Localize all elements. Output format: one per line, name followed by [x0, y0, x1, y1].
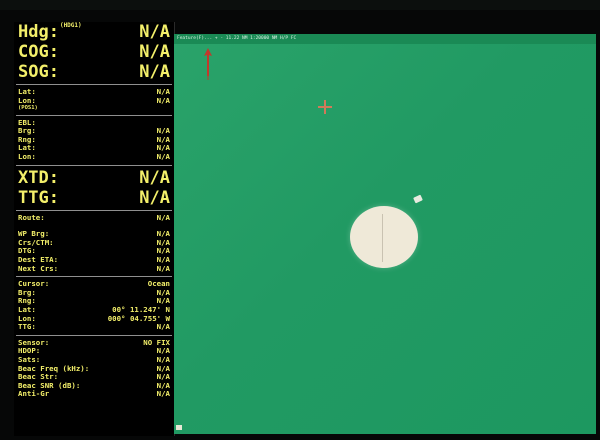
cog-label: COG: [18, 42, 59, 62]
chart-view[interactable]: Feature(F)... + - 11.22 NM 1:20000 NM H/… [174, 34, 596, 434]
ttg-value: N/A [139, 187, 170, 208]
ttg-row: TTG: N/A [14, 188, 174, 208]
anti-gr-value: N/A [156, 389, 170, 399]
route-label: Route: [18, 212, 45, 222]
position-section: Lat: N/A Lon: N/A (POS1) [14, 87, 174, 113]
next-crs-label: Next Crs: [18, 263, 59, 273]
pos-lon-label: Lon: [18, 95, 36, 105]
sensor-section: Sensor: NO FIX HDOP: N/A Sats: N/A Beac Fre… [14, 338, 174, 400]
vessel-marker-icon [413, 194, 423, 204]
divider [16, 164, 172, 166]
next-crs-value: N/A [156, 263, 170, 273]
pos-lon-value: N/A [156, 95, 170, 105]
cursor-ttg-value: N/A [156, 322, 170, 332]
divider [16, 276, 172, 278]
chart-corner-marker-icon [176, 425, 182, 430]
ebl-lon-value: N/A [156, 152, 170, 162]
target-blob [350, 206, 418, 268]
cursor-crosshair-icon [318, 100, 332, 114]
pos-source: (POS1) [18, 105, 38, 112]
hdg-value: N/A [139, 22, 170, 42]
cog-value: N/A [139, 42, 170, 62]
xtd-label: XTD: [18, 167, 59, 188]
hdg-source: (HDG1) [59, 22, 82, 29]
route-value: N/A [156, 212, 170, 222]
divider [16, 114, 172, 116]
sog-value: N/A [139, 62, 170, 82]
nav-data-panel: Hdg:(HDG1) N/A COG: N/A SOG: N/A Lat: N/A… [14, 22, 175, 436]
xtd-row: XTD: N/A [14, 168, 174, 188]
cursor-section: Cursor: Ocean Brg: N/A Rng: N/A Lat: 00° 11.… [14, 279, 174, 333]
sog-row: SOG: N/A [14, 62, 174, 82]
xtd-value: N/A [139, 167, 170, 188]
sog-label: SOG: [18, 62, 59, 82]
hdg-label: Hdg: [18, 22, 59, 42]
ebl-section: EBL: Brg: N/A Rng: N/A Lat: N/A Lon: N/A [14, 118, 174, 163]
route-section: Route: N/A WP Brg: N/A Crs/CTM: N/A DTG: N/A… [14, 213, 174, 275]
ebl-lon-label: Lon: [18, 152, 36, 162]
cog-row: COG: N/A [14, 42, 174, 62]
chart-toolbar[interactable]: Feature(F)... + - 11.22 NM 1:20000 NM H/… [174, 34, 596, 44]
north-arrow-icon [204, 48, 212, 80]
hdg-row: Hdg:(HDG1) N/A [14, 22, 174, 42]
monitor-screen: Hdg:(HDG1) N/A COG: N/A SOG: N/A Lat: N/A… [0, 10, 600, 440]
anti-gr-label: Anti-Gr [18, 389, 50, 399]
divider [16, 334, 172, 336]
ttg-label: TTG: [18, 187, 59, 208]
cursor-ttg-label: TTG: [18, 322, 36, 332]
divider [16, 209, 172, 211]
divider [16, 84, 172, 85]
